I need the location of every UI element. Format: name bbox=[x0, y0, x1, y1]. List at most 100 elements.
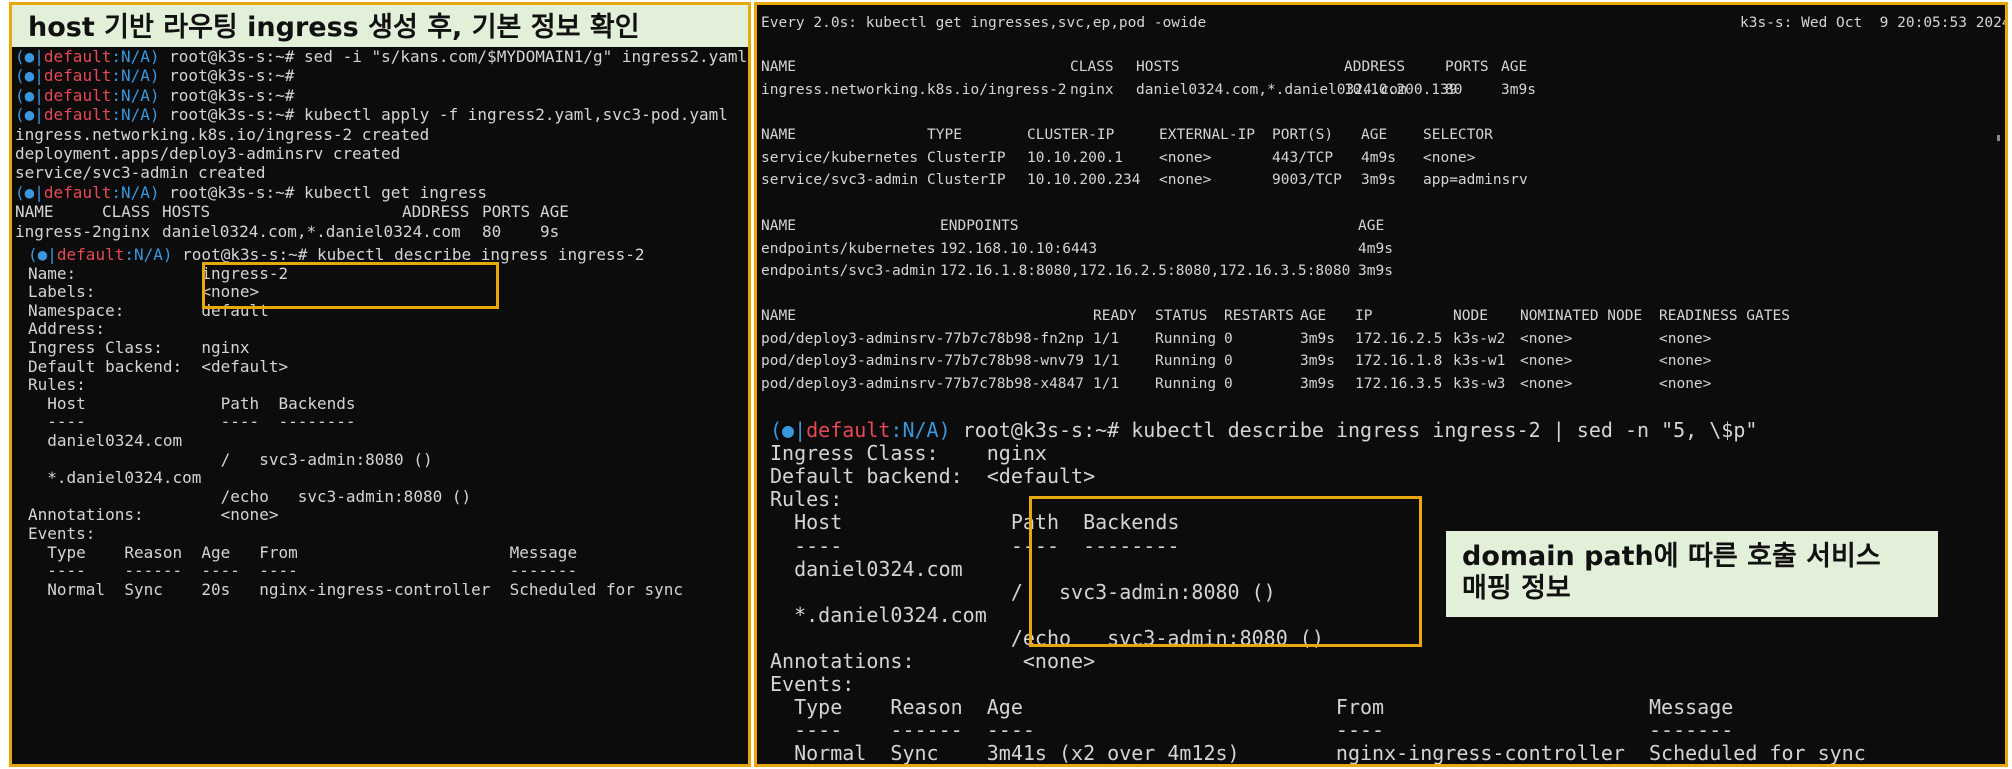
prompt-close: ) bbox=[149, 105, 160, 125]
prompt-dot: (●| bbox=[15, 105, 44, 125]
prompt-dot: (●| bbox=[15, 47, 44, 66]
command-text: sed -i "s/kans.com/$MYDOMAIN1/g" ingress… bbox=[304, 47, 748, 66]
callout-line-1: domain path에 따른 호출 서비스 bbox=[1462, 541, 1881, 572]
pod-cell: Running bbox=[1155, 375, 1217, 392]
describe-line: Normal Sync 3m41s (x2 over 4m12s) nginx-… bbox=[770, 741, 1866, 766]
ingress-cell: 80 bbox=[1445, 81, 1463, 98]
left-terminal[interactable]: (●|default:N/A) root@k3s-s:~# sed -i "s/… bbox=[9, 47, 751, 767]
prompt-sep: : bbox=[111, 85, 121, 105]
right-terminal[interactable]: Every 2.0s: kubectl get ingresses,svc,ep… bbox=[754, 2, 2008, 767]
service-cell: service/svc3-admin bbox=[761, 172, 919, 188]
pod-cell: pod/deploy3-adminsrv-77b7c78b98-fn2np bbox=[761, 330, 1085, 347]
scrollbar[interactable] bbox=[1995, 5, 2003, 764]
pod-cell: 3m9s bbox=[1300, 375, 1335, 392]
endpoint-cell: 4m9s bbox=[1358, 240, 1393, 257]
prompt-ctx: default bbox=[43, 182, 112, 202]
ingress-cell: ingress.networking.k8s.io/ingress-2 bbox=[761, 81, 1067, 98]
service-header: SELECTOR bbox=[1423, 127, 1493, 143]
callout-line-2: 매핑 정보 bbox=[1462, 573, 1571, 604]
pod-cell: k3s-w1 bbox=[1453, 353, 1506, 369]
command-text: kubectl apply -f ingress2.yaml,svc3-pod.… bbox=[304, 105, 728, 125]
prompt-close: ) bbox=[149, 85, 160, 105]
service-cell: 10.10.200.1 bbox=[1027, 149, 1124, 166]
describe-prompt: (●|default:N/A) root@k3s-s:~# kubectl de… bbox=[770, 418, 1757, 442]
prompt-sep: : bbox=[111, 105, 121, 125]
pod-header: RESTARTS bbox=[1224, 308, 1294, 324]
pod-header: IP bbox=[1355, 308, 1373, 324]
table-cell: 80 bbox=[482, 221, 502, 241]
endpoint-cell: endpoints/svc3-admin bbox=[761, 263, 936, 279]
service-cell: <none> bbox=[1159, 149, 1212, 166]
prompt-ns: N/A bbox=[902, 418, 939, 442]
table-cell: 9s bbox=[540, 221, 560, 241]
pod-cell: 0 bbox=[1224, 330, 1233, 347]
prompt-close: ) bbox=[149, 47, 160, 66]
prompt-close: ) bbox=[938, 418, 951, 442]
ingress-cell: 10.10.200.139 bbox=[1344, 81, 1458, 98]
table-cell: ingress-2 bbox=[15, 221, 102, 241]
ingress-cell: nginx bbox=[1070, 81, 1114, 98]
prompt-user: root@k3s-s:~# bbox=[159, 66, 305, 86]
pod-cell: <none> bbox=[1659, 375, 1712, 392]
prompt-ctx: default bbox=[806, 418, 891, 442]
pod-header: NOMINATED NODE bbox=[1520, 308, 1643, 324]
prompt-dot: (●| bbox=[770, 418, 807, 442]
endpoint-cell: 3m9s bbox=[1358, 263, 1393, 279]
prompt-user: root@k3s-s:~# bbox=[159, 85, 305, 105]
prompt-sep: : bbox=[111, 66, 121, 86]
prompt-user: root@k3s-s:~# bbox=[172, 245, 318, 264]
service-header: AGE bbox=[1361, 127, 1388, 143]
prompt-sep: : bbox=[111, 182, 121, 202]
service-header: EXTERNAL-IP bbox=[1159, 127, 1256, 143]
prompt-ns: N/A bbox=[120, 182, 150, 202]
prompt-close: ) bbox=[149, 66, 160, 86]
service-header: NAME bbox=[761, 127, 796, 143]
describe-line: daniel0324.com bbox=[770, 556, 963, 581]
pod-cell: 1/1 bbox=[1093, 330, 1120, 347]
endpoint-header: NAME bbox=[761, 218, 796, 234]
service-header: PORT(S) bbox=[1272, 127, 1334, 143]
prompt-ns: N/A bbox=[120, 47, 150, 66]
pod-cell: 0 bbox=[1224, 375, 1233, 392]
prompt-user: root@k3s-s:~# bbox=[159, 105, 305, 125]
prompt-dot: (●| bbox=[15, 66, 44, 86]
service-cell: <none> bbox=[1423, 149, 1476, 166]
ingress-cell: 3m9s bbox=[1501, 81, 1536, 98]
ingress-header: NAME bbox=[761, 59, 796, 75]
pod-header: NODE bbox=[1453, 308, 1488, 324]
pod-cell: k3s-w2 bbox=[1453, 330, 1506, 347]
pod-cell: pod/deploy3-adminsrv-77b7c78b98-x4847 bbox=[761, 375, 1085, 392]
service-cell: service/kubernetes bbox=[761, 149, 919, 166]
pod-cell: 0 bbox=[1224, 353, 1233, 369]
describe-line: ---- ------ ---- ---- ------- bbox=[770, 718, 1734, 743]
pod-cell: 3m9s bbox=[1300, 330, 1335, 347]
describe-line: Annotations: <none> bbox=[770, 649, 1096, 673]
endpoint-cell: endpoints/kubernetes bbox=[761, 240, 936, 257]
command-text: kubectl describe ingress ingress-2 bbox=[317, 245, 645, 264]
pod-header: READINESS GATES bbox=[1659, 308, 1790, 324]
prompt-ctx: default bbox=[56, 245, 125, 264]
prompt-ctx: default bbox=[43, 66, 112, 86]
prompt-ns: N/A bbox=[120, 85, 150, 105]
command-text: kubectl get ingress bbox=[304, 182, 488, 202]
endpoint-header: AGE bbox=[1358, 218, 1385, 234]
describe-line: Host Path Backends bbox=[770, 510, 1180, 535]
pod-header: STATUS bbox=[1155, 308, 1208, 324]
pod-cell: Running bbox=[1155, 330, 1217, 347]
table-cell: nginx bbox=[102, 221, 151, 241]
service-header: TYPE bbox=[927, 127, 962, 143]
prompt-ctx: default bbox=[43, 85, 112, 105]
ingress-header: PORTS bbox=[1445, 59, 1489, 75]
callout-note: domain path에 따른 호출 서비스 매핑 정보 bbox=[1446, 531, 1938, 617]
pod-cell: <none> bbox=[1520, 330, 1573, 347]
service-cell: 443/TCP bbox=[1272, 149, 1334, 166]
pod-header: AGE bbox=[1300, 308, 1327, 324]
prompt-user: root@k3s-s:~# bbox=[159, 47, 305, 66]
describe-line: Events: bbox=[770, 672, 855, 697]
prompt-ctx: default bbox=[43, 105, 112, 125]
pod-header: NAME bbox=[761, 308, 796, 324]
service-cell: app=adminsrv bbox=[1423, 172, 1528, 188]
scrollbar-thumb[interactable] bbox=[1997, 135, 2000, 141]
prompt-user: root@k3s-s:~# bbox=[950, 418, 1132, 442]
pod-cell: 3m9s bbox=[1300, 353, 1335, 369]
